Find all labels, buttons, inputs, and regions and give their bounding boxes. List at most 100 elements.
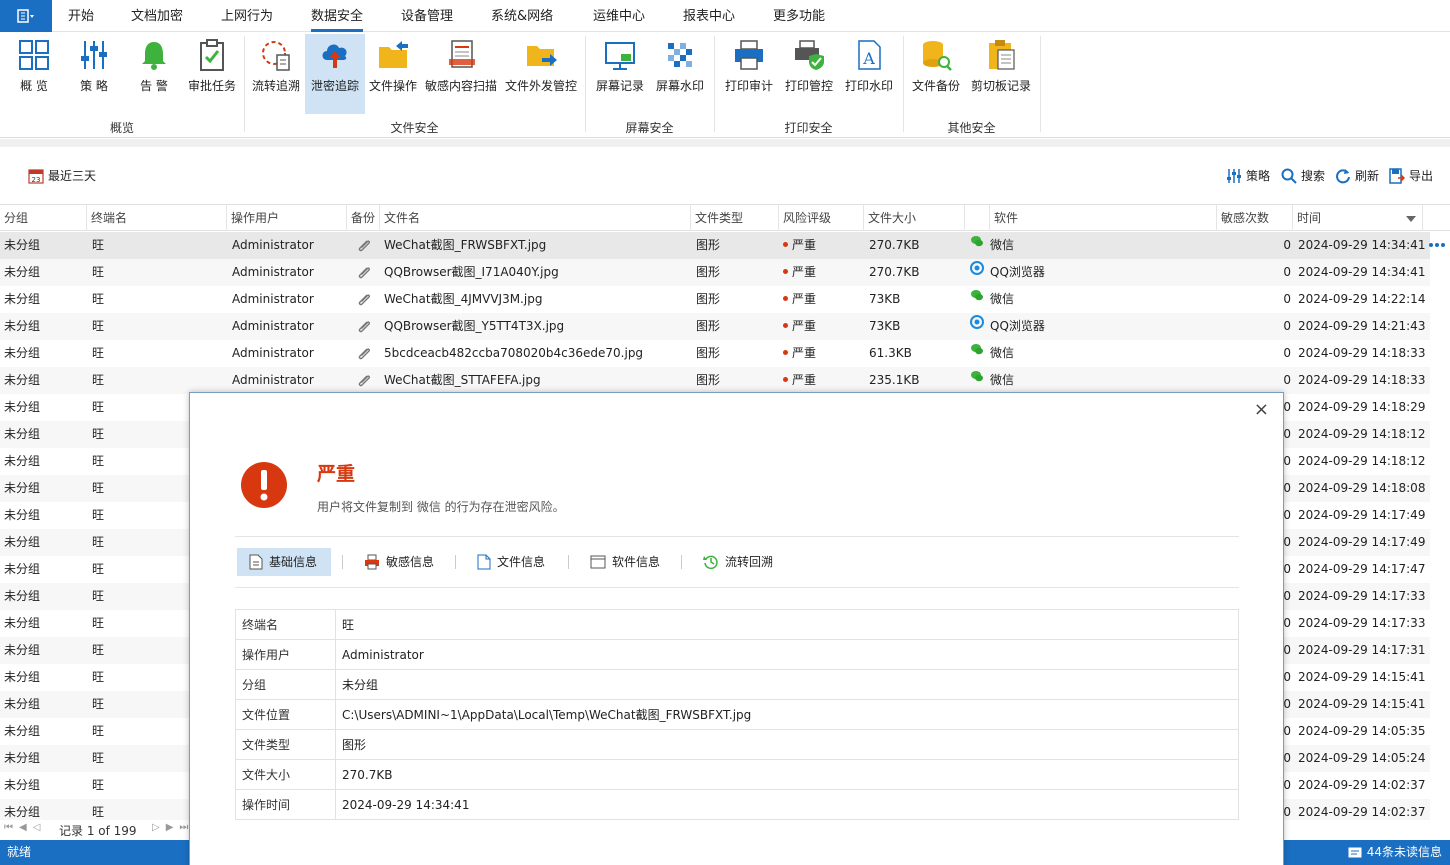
sort-desc-icon <box>1406 216 1416 222</box>
table-cell-file: WeChat截图_FRWSBFXT.jpg <box>384 232 546 259</box>
file-backup-button[interactable]: 文件备份 <box>908 34 964 114</box>
table-cell-time: 2024-09-29 14:17:49 <box>1298 502 1425 529</box>
mosaic-icon <box>668 43 692 67</box>
tab-data-security[interactable]: 数据安全 <box>311 0 364 32</box>
cell-text: 2024-09-29 14:02:37 <box>1298 805 1426 819</box>
pager-nav-first-prev-icon[interactable]: ⏮◀◁ <box>4 822 46 833</box>
column-header[interactable]: 文件类型 <box>691 205 779 231</box>
file-operation-button[interactable]: 文件操作 <box>366 34 420 114</box>
qq-browser-icon <box>970 313 984 339</box>
table-cell-group: 未分组 <box>4 529 40 556</box>
table-cell-count: 0 <box>1217 367 1291 394</box>
policy-button[interactable]: 策 略 <box>66 34 122 114</box>
info-row: 文件类型 图形 <box>235 729 1239 760</box>
flow-trace-label: 流转追溯 <box>251 79 300 93</box>
tab-flow-trace[interactable]: 流转回溯 <box>691 548 787 576</box>
cell-text: 未分组 <box>4 265 41 279</box>
print-control-button[interactable]: 打印管控 <box>781 34 837 114</box>
print-watermark-button[interactable]: A 打印水印 <box>841 34 897 114</box>
cell-text: 0 <box>1283 751 1291 765</box>
clipboard-record-button[interactable]: 剪切板记录 <box>968 34 1034 114</box>
alert-circle-icon <box>241 462 287 508</box>
refresh-button[interactable]: 刷新 <box>1335 167 1379 184</box>
table-cell-user: Administrator <box>232 259 314 286</box>
tab-file-info[interactable]: 文件信息 <box>465 548 559 576</box>
cell-text: 旺 <box>92 778 105 792</box>
tab-web-behavior[interactable]: 上网行为 <box>221 0 273 32</box>
unread-messages-link[interactable]: 44条未读信息 <box>1348 840 1442 865</box>
cell-text: QQBrowser截图_I71A040Y.jpg <box>384 265 559 279</box>
table-row[interactable]: 未分组 旺 Administrator QQBrowser截图_Y5TT4T3X.jp… <box>0 313 1430 340</box>
more-options-icon[interactable] <box>1428 242 1446 248</box>
app-menu-button[interactable] <box>0 0 52 32</box>
tab-more-features[interactable]: 更多功能 <box>773 0 825 32</box>
tab-device-management[interactable]: 设备管理 <box>401 0 453 32</box>
cell-text: 2024-09-29 14:05:24 <box>1298 751 1426 765</box>
column-header[interactable]: 敏感次数 <box>1217 205 1293 231</box>
column-header[interactable]: 分组 <box>0 205 87 231</box>
column-header[interactable]: 风险评级 <box>779 205 864 231</box>
export-label: 导出 <box>1409 169 1434 183</box>
overview-button[interactable]: 概 览 <box>6 34 62 114</box>
print-audit-button[interactable]: 打印审计 <box>721 34 777 114</box>
alert-button[interactable]: 告 警 <box>126 34 182 114</box>
clipboard-check-icon <box>200 39 224 71</box>
table-row[interactable]: 未分组 旺 Administrator WeChat截图_4JMVVJ3M.jpg 图形… <box>0 286 1430 313</box>
table-cell-group: 未分组 <box>4 664 40 691</box>
tab-doc-encryption[interactable]: 文档加密 <box>131 0 183 32</box>
table-cell-file: WeChat截图_4JMVVJ3M.jpg <box>384 286 542 313</box>
column-header[interactable]: 备份 <box>347 205 380 231</box>
dialog-description: 用户将文件复制到 微信 的行为存在泄密风险。 <box>317 500 565 514</box>
attachment-icon[interactable] <box>356 340 372 367</box>
attachment-icon[interactable] <box>356 259 372 286</box>
screen-record-button[interactable]: 屏幕记录 <box>592 34 648 114</box>
close-icon[interactable]: × <box>1254 399 1269 420</box>
table-row[interactable]: 未分组 旺 Administrator QQBrowser截图_I71A040Y.jp… <box>0 259 1430 286</box>
screen-watermark-button[interactable]: 屏幕水印 <box>652 34 708 114</box>
table-cell-type: 图形 <box>696 367 720 394</box>
table-row[interactable]: 未分组 旺 Administrator WeChat截图_FRWSBFXT.jpg 图形… <box>0 232 1430 259</box>
table-cell-size: 73KB <box>869 286 900 313</box>
tab-ops-center[interactable]: 运维中心 <box>593 0 645 32</box>
attachment-icon[interactable] <box>356 313 372 340</box>
cell-text: 0 <box>1283 589 1291 603</box>
table-cell-time: 2024-09-29 14:15:41 <box>1298 691 1425 718</box>
column-header[interactable]: 文件大小 <box>864 205 965 231</box>
leak-trace-button[interactable]: 泄密追踪 <box>305 34 365 114</box>
date-range-button[interactable]: 23 最近三天 <box>28 167 96 184</box>
tab-software-info[interactable]: 软件信息 <box>578 548 674 576</box>
column-header[interactable]: 软件 <box>990 205 1217 231</box>
approval-task-button[interactable]: 审批任务 <box>184 34 240 114</box>
attachment-icon[interactable] <box>356 367 372 394</box>
tab-label: 流转回溯 <box>725 555 774 569</box>
column-header[interactable] <box>965 205 990 231</box>
cell-text: 2024-09-29 14:17:31 <box>1298 643 1426 657</box>
tab-report-center[interactable]: 报表中心 <box>683 0 735 32</box>
attachment-icon[interactable] <box>356 232 372 259</box>
column-header[interactable]: 时间 <box>1293 205 1423 231</box>
column-header[interactable]: 文件名 <box>380 205 691 231</box>
table-cell-file: QQBrowser截图_I71A040Y.jpg <box>384 259 559 286</box>
column-header[interactable]: 操作用户 <box>227 205 347 231</box>
column-header[interactable]: 终端名 <box>87 205 227 231</box>
policy-toolbar-button[interactable]: 策略 <box>1226 167 1270 184</box>
table-cell-terminal: 旺 <box>92 583 104 610</box>
search-button[interactable]: 搜索 <box>1281 167 1325 184</box>
export-button[interactable]: 导出 <box>1389 167 1433 184</box>
table-row[interactable]: 未分组 旺 Administrator 5bcdceacb482ccba708020b… <box>0 340 1430 367</box>
attachment-icon[interactable] <box>356 286 372 313</box>
tab-basic-info[interactable]: 基础信息 <box>237 548 332 576</box>
tab-start[interactable]: 开始 <box>68 0 94 32</box>
table-cell-time: 2024-09-29 14:05:24 <box>1298 745 1425 772</box>
tab-sensitive-info[interactable]: 敏感信息 <box>352 548 448 576</box>
flow-trace-button[interactable]: 流转追溯 <box>248 34 304 114</box>
table-row[interactable]: 未分组 旺 Administrator WeChat截图_STTAFEFA.jpg 图形… <box>0 367 1430 394</box>
table-cell-terminal: 旺 <box>92 637 104 664</box>
sensitive-scan-button[interactable]: 敏感内容扫描 <box>423 34 499 114</box>
outgoing-control-button[interactable]: 文件外发管控 <box>502 34 580 114</box>
table-cell-size: 270.7KB <box>869 259 919 286</box>
info-value: 未分组 <box>335 669 1239 700</box>
tab-system-network[interactable]: 系统&网络 <box>491 0 553 32</box>
table-cell-file: QQBrowser截图_Y5TT4T3X.jpg <box>384 313 564 340</box>
table-cell-time: 2024-09-29 14:18:08 <box>1298 475 1425 502</box>
